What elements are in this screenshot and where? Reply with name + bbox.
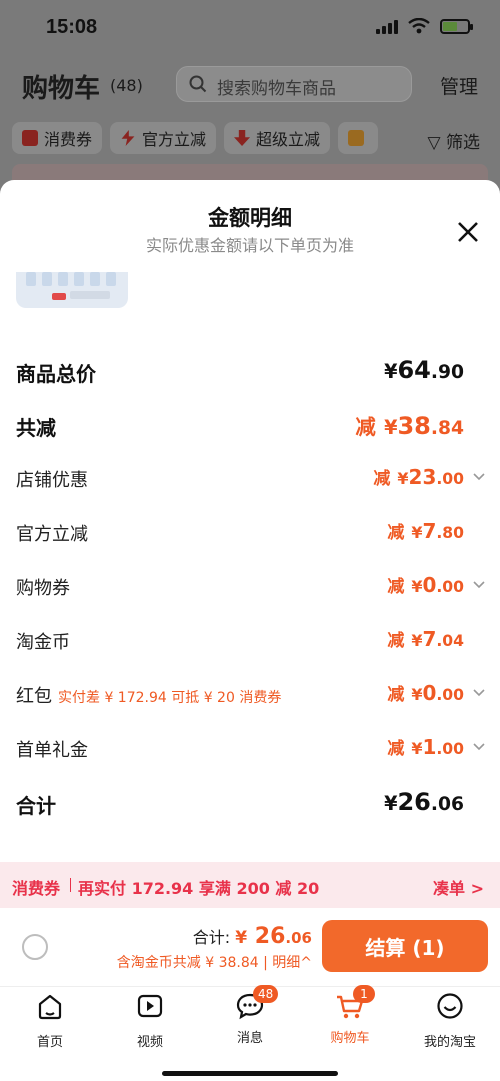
total-label: 合计:	[192, 928, 231, 947]
chevron-down-icon	[473, 689, 485, 697]
row-amount: 减 ¥23.00	[373, 465, 464, 489]
coupon-icon	[22, 130, 38, 146]
search-input[interactable]: 搜索购物车商品	[176, 66, 412, 102]
profile-smile-icon	[437, 993, 463, 1019]
row-label: 官方立减	[16, 524, 88, 545]
search-icon	[189, 75, 207, 93]
row-label: 共减	[16, 416, 56, 440]
tab-label: 我的淘宝	[423, 1035, 476, 1050]
close-icon	[458, 222, 478, 242]
row-sum: 合计 ¥26.06	[0, 784, 500, 824]
saving-detail-toggle[interactable]: 含淘金币共减 ¥ 38.84 | 明细^	[117, 952, 312, 972]
row-red-packet[interactable]: 红包 实付差 ¥ 172.94 可抵 ¥ 20 消费券 减 ¥0.00	[0, 676, 500, 716]
cart-badge: 1	[353, 985, 375, 1003]
promo-divider	[70, 878, 71, 892]
row-amount: 减 ¥7.80	[387, 519, 464, 543]
message-badge: 48	[253, 985, 279, 1003]
tab-cart[interactable]: 1 购物车	[300, 985, 400, 1046]
chip-label: 超级立减	[256, 130, 321, 149]
tab-label: 消息	[236, 1031, 263, 1046]
select-all-checkbox[interactable]	[22, 934, 48, 960]
product-thumbnail	[16, 272, 128, 308]
cart-icon: 1	[335, 985, 375, 1021]
row-label: 商品总价	[16, 362, 96, 386]
cart-count: (48)	[110, 76, 143, 95]
chip-label: 官方立减	[142, 130, 207, 149]
row-label: 合计	[16, 794, 56, 818]
cart-title: 购物车	[22, 74, 101, 104]
row-total-reduced: 共减 减 ¥38.84	[0, 406, 500, 446]
tab-my-taobao[interactable]: 我的淘宝	[400, 991, 500, 1050]
signal-icon	[376, 18, 398, 34]
row-amount: ¥64.90	[384, 356, 464, 384]
tab-bar: 首页 视频 48 消息 1 购物车 我的淘宝	[0, 985, 500, 1081]
coupon-promo-banner[interactable]: 消费券 再实付 172.94 享满 200 减 20 凑单 >	[0, 862, 500, 908]
row-amount: 减 ¥7.04	[387, 627, 464, 651]
battery-icon	[440, 18, 473, 34]
down-arrow-icon	[234, 130, 251, 146]
home-indicator	[162, 1071, 338, 1076]
checkout-bar: 合计: ¥ 26.06 含淘金币共减 ¥ 38.84 | 明细^ 结算 (1)	[0, 908, 500, 986]
tab-label: 视频	[136, 1035, 163, 1050]
chip-official-discount[interactable]: 官方立减	[110, 122, 217, 154]
chip-coupon[interactable]: 消费券	[12, 122, 103, 154]
row-amount: 减 ¥1.00	[387, 735, 464, 759]
row-shop-discount[interactable]: 店铺优惠 减 ¥23.00	[0, 460, 500, 500]
more-chip-icon	[348, 130, 365, 146]
lightning-icon	[121, 130, 135, 146]
row-goods-total: 商品总价 ¥64.90	[0, 352, 500, 392]
chip-super-discount[interactable]: 超级立减	[224, 122, 331, 154]
row-amount: 减 ¥0.00	[387, 573, 464, 597]
checkout-button[interactable]: 结算 (1)	[322, 920, 488, 972]
filter-button[interactable]: ▽ 筛选	[428, 128, 480, 153]
row-taojinbi: 淘金币 减 ¥7.04	[0, 622, 500, 662]
row-official-discount: 官方立减 减 ¥7.80	[0, 514, 500, 554]
chevron-down-icon	[473, 473, 485, 481]
tab-label: 首页	[36, 1035, 63, 1050]
tab-video[interactable]: 视频	[100, 991, 200, 1050]
row-first-order-gift[interactable]: 首单礼金 减 ¥1.00	[0, 730, 500, 770]
tab-home[interactable]: 首页	[0, 991, 100, 1050]
row-label: 首单礼金	[16, 740, 88, 761]
row-label: 店铺优惠	[16, 470, 88, 491]
total-amount: ¥ 26.06	[235, 924, 312, 949]
total-line: 合计: ¥ 26.06	[193, 924, 312, 949]
wifi-icon	[408, 18, 430, 34]
manage-button[interactable]: 管理	[440, 72, 478, 99]
red-packet-note: 实付差 ¥ 172.94 可抵 ¥ 20 消费券	[58, 690, 282, 706]
status-icons	[376, 18, 473, 34]
cart-header: 购物车 (48) 搜索购物车商品 管理	[0, 60, 500, 110]
row-label: 购物券	[16, 578, 70, 599]
video-icon	[137, 994, 163, 1018]
chip-more[interactable]	[338, 122, 379, 154]
row-label: 红包 实付差 ¥ 172.94 可抵 ¥ 20 消费券	[16, 686, 282, 707]
tab-messages[interactable]: 48 消息	[200, 985, 300, 1046]
tab-label: 购物车	[330, 1031, 370, 1046]
filter-label: 筛选	[446, 133, 480, 153]
chevron-down-icon	[473, 743, 485, 751]
promo-tag: 消费券	[12, 879, 61, 898]
add-items-link[interactable]: 凑单 >	[433, 875, 484, 899]
row-label: 淘金币	[16, 632, 70, 653]
row-shopping-coupon[interactable]: 购物券 减 ¥0.00	[0, 568, 500, 608]
home-icon	[38, 994, 62, 1020]
promo-text: 再实付 172.94 享满 200 减 20	[78, 879, 320, 898]
row-amount: 减 ¥0.00	[387, 681, 464, 705]
sheet-subtitle: 实际优惠金额请以下单页为准	[145, 236, 354, 255]
status-bar: 15:08	[0, 0, 500, 56]
row-amount: ¥26.06	[384, 788, 464, 816]
sheet-title: 金额明细	[208, 206, 292, 230]
search-placeholder: 搜索购物车商品	[217, 79, 336, 99]
status-time: 15:08	[46, 16, 98, 38]
message-icon: 48	[235, 985, 279, 1021]
row-amount: 减 ¥38.84	[355, 412, 464, 440]
chip-label: 消费券	[44, 130, 93, 149]
chevron-down-icon	[473, 581, 485, 589]
funnel-icon: ▽	[427, 133, 441, 153]
close-button[interactable]	[454, 218, 482, 246]
